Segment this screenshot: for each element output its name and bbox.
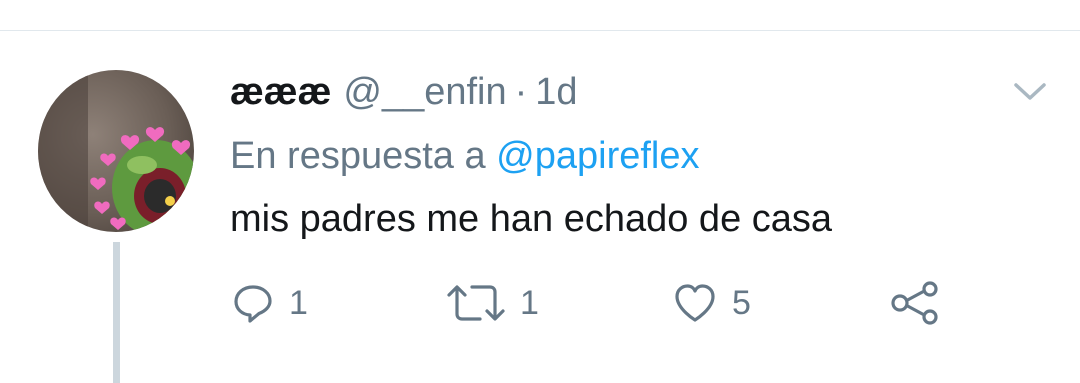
top-divider (0, 30, 1080, 31)
share-icon (889, 281, 941, 325)
share-button[interactable] (889, 281, 941, 325)
display-name[interactable]: æææ (230, 70, 331, 114)
thread-line (113, 242, 120, 383)
separator-dot: · (514, 71, 528, 113)
retweet-button[interactable]: 1 (446, 281, 539, 325)
tweet-header: æææ @__enfin · 1d (230, 70, 578, 114)
tweet-text: mis padres me han echado de casa (230, 198, 833, 240)
heart-icon (672, 281, 718, 325)
like-count: 5 (732, 284, 751, 322)
reply-count: 1 (289, 284, 308, 322)
reply-context: En respuesta a @papireflex (230, 134, 700, 178)
reply-prefix: En respuesta a (230, 135, 486, 177)
avatar[interactable] (38, 70, 194, 232)
like-button[interactable]: 5 (672, 281, 751, 325)
tweet-menu-button[interactable] (1012, 80, 1048, 104)
reply-button[interactable]: 1 (231, 281, 308, 325)
reply-icon (231, 281, 275, 325)
retweet-icon (446, 281, 506, 325)
tweet-screen: æææ @__enfin · 1d En respuesta a @papire… (0, 0, 1080, 383)
chevron-down-icon (1014, 83, 1046, 100)
user-handle[interactable]: @__enfin (343, 70, 506, 114)
timestamp[interactable]: 1d (535, 70, 577, 114)
retweet-count: 1 (520, 284, 539, 322)
reply-target-link[interactable]: @papireflex (496, 135, 699, 177)
avatar-image (38, 70, 194, 232)
